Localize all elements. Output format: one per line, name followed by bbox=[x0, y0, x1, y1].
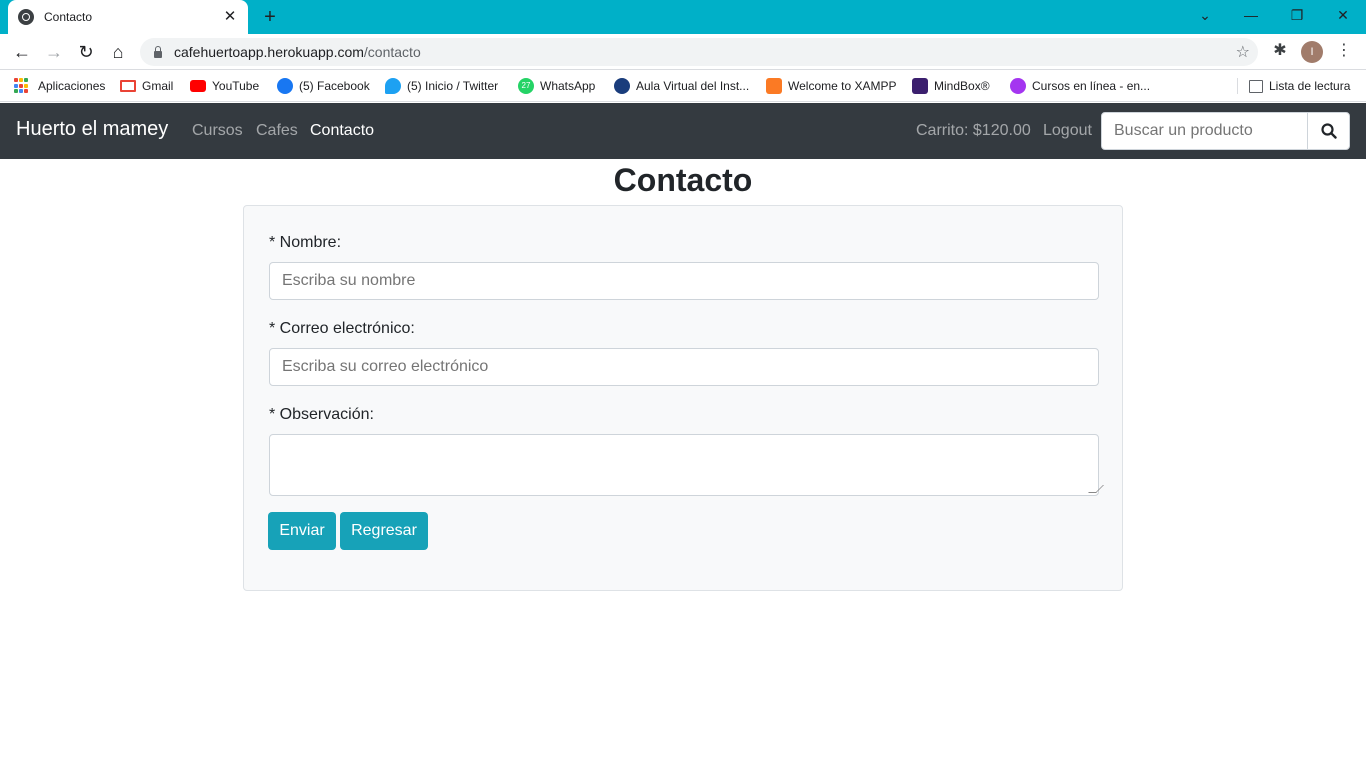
bookmarks-divider bbox=[1237, 78, 1238, 94]
url-host: cafehuertoapp.herokuapp.com bbox=[174, 44, 364, 60]
minimize-button[interactable]: — bbox=[1228, 0, 1274, 30]
maximize-button[interactable]: ❐ bbox=[1274, 0, 1320, 30]
bookmark-label: Aplicaciones bbox=[38, 79, 106, 93]
url-path: /contacto bbox=[363, 44, 421, 60]
observation-label: * Observación: bbox=[269, 406, 374, 423]
contact-form-card: * Nombre: * Correo electrónico: * Observ… bbox=[243, 205, 1123, 591]
submit-button[interactable]: Enviar bbox=[268, 512, 336, 550]
bookmark-apps[interactable]: Aplicaciones bbox=[14, 76, 105, 96]
home-button[interactable]: ⌂ bbox=[104, 38, 132, 66]
bookmark-udemy[interactable]: Cursos en línea - en... bbox=[1010, 76, 1150, 96]
name-label: * Nombre: bbox=[269, 234, 342, 251]
nav-link-contacto[interactable]: Contacto bbox=[310, 122, 374, 140]
observation-textarea[interactable] bbox=[269, 434, 1104, 496]
site-navbar: Huerto el mamey Cursos Cafes Contacto Ca… bbox=[0, 103, 1366, 159]
twitter-icon bbox=[385, 78, 401, 94]
cart-link[interactable]: Carrito: $120.00 bbox=[916, 122, 1031, 140]
nav-link-cafes[interactable]: Cafes bbox=[256, 122, 298, 140]
browser-tab[interactable]: Contacto ✕ bbox=[8, 0, 248, 34]
page-title: Contacto bbox=[613, 162, 753, 198]
bookmark-label: Welcome to XAMPP bbox=[788, 79, 897, 93]
nav-link-cursos[interactable]: Cursos bbox=[192, 122, 243, 140]
tab-title: Contacto bbox=[44, 10, 93, 24]
lock-icon bbox=[154, 45, 162, 58]
extensions-icon[interactable]: ✱ bbox=[1270, 40, 1290, 60]
search-icon bbox=[1320, 123, 1337, 139]
site-brand[interactable]: Huerto el mamey bbox=[16, 118, 168, 141]
bookmark-label: Gmail bbox=[142, 79, 174, 93]
bookmark-label: Aula Virtual del Inst... bbox=[636, 79, 750, 93]
profile-avatar[interactable]: I bbox=[1301, 41, 1323, 63]
facebook-icon bbox=[277, 78, 293, 94]
bookmark-mindbox[interactable]: MindBox® bbox=[912, 76, 990, 96]
youtube-icon bbox=[190, 80, 206, 92]
close-window-button[interactable]: ✕ bbox=[1320, 0, 1366, 30]
globe-icon bbox=[18, 9, 34, 25]
bookmark-xampp[interactable]: Welcome to XAMPP bbox=[766, 76, 896, 96]
bookmark-whatsapp[interactable]: 27 WhatsApp bbox=[518, 76, 595, 96]
name-input[interactable] bbox=[269, 262, 1099, 300]
bookmark-facebook[interactable]: (5) Facebook bbox=[277, 76, 370, 96]
bookmark-label: YouTube bbox=[212, 79, 260, 93]
tab-close-icon[interactable]: ✕ bbox=[222, 9, 238, 25]
resize-handle-icon[interactable] bbox=[1088, 485, 1104, 493]
chevron-down-icon[interactable]: ⌄ bbox=[1182, 0, 1228, 30]
menu-icon[interactable]: ⋮ bbox=[1334, 40, 1354, 62]
whatsapp-icon: 27 bbox=[518, 78, 534, 94]
bookmark-label: (5) Inicio / Twitter bbox=[407, 79, 499, 93]
back-button[interactable]: Regresar bbox=[340, 512, 428, 550]
reading-list-icon bbox=[1249, 79, 1263, 93]
forward-button[interactable]: → bbox=[40, 38, 68, 66]
logout-link[interactable]: Logout bbox=[1043, 122, 1092, 140]
email-label: * Correo electrónico: bbox=[269, 320, 415, 337]
search-button[interactable] bbox=[1307, 112, 1350, 150]
bookmark-label: (5) Facebook bbox=[299, 79, 370, 93]
bookmark-youtube[interactable]: YouTube bbox=[190, 76, 259, 96]
bookmark-label: Cursos en línea - en... bbox=[1032, 79, 1151, 93]
email-input[interactable] bbox=[269, 348, 1099, 386]
mindbox-icon bbox=[912, 78, 928, 94]
aula-icon bbox=[614, 78, 630, 94]
product-search-input[interactable] bbox=[1101, 112, 1308, 150]
bookmark-gmail[interactable]: Gmail bbox=[120, 76, 173, 96]
udemy-icon bbox=[1010, 78, 1026, 94]
new-tab-button[interactable]: + bbox=[258, 6, 282, 28]
bookmark-aula-virtual[interactable]: Aula Virtual del Inst... bbox=[614, 76, 749, 96]
apps-icon bbox=[14, 78, 30, 94]
bookmarks-bar: Aplicaciones Gmail YouTube (5) Facebook … bbox=[0, 70, 1366, 102]
bookmark-star-icon[interactable]: ☆ bbox=[1236, 42, 1250, 62]
address-bar[interactable]: cafehuertoapp.herokuapp.com/contacto ☆ bbox=[140, 38, 1258, 66]
xampp-icon bbox=[766, 78, 782, 94]
reading-list-label: Lista de lectura bbox=[1269, 79, 1351, 93]
reload-button[interactable]: ↻ bbox=[72, 38, 100, 66]
browser-toolbar: ← → ↻ ⌂ cafehuertoapp.herokuapp.com/cont… bbox=[0, 34, 1366, 70]
gmail-icon bbox=[120, 80, 136, 92]
bookmark-twitter[interactable]: (5) Inicio / Twitter bbox=[385, 76, 498, 96]
reading-list[interactable]: Lista de lectura bbox=[1249, 76, 1350, 96]
bookmark-label: WhatsApp bbox=[540, 79, 596, 93]
browser-titlebar: Contacto ✕ + ⌄ — ❐ ✕ bbox=[0, 0, 1366, 34]
bookmark-label: MindBox® bbox=[934, 79, 990, 93]
back-button[interactable]: ← bbox=[8, 38, 36, 66]
